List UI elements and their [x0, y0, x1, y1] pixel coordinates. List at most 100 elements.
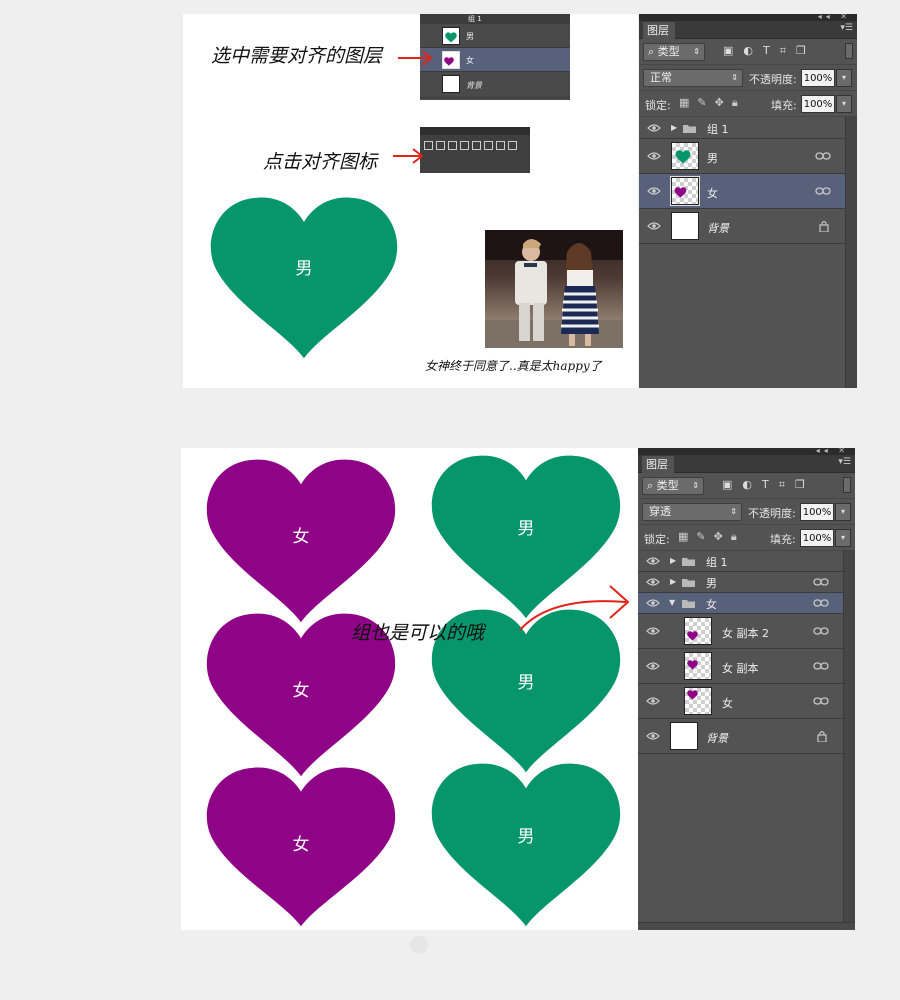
expand-triangle-icon[interactable]: ▶ [670, 577, 676, 586]
layer-name: 女 [706, 598, 717, 611]
tab-layers[interactable]: 图层 [642, 456, 674, 473]
visibility-eye-icon[interactable] [646, 696, 660, 706]
opacity-slider-button[interactable]: ▾ [836, 69, 852, 87]
panel-scrollbar[interactable] [845, 116, 857, 388]
heart-nan-bottom: 男 [428, 760, 624, 930]
blend-mode-dropdown[interactable]: 正常 ⇕ [643, 69, 743, 87]
layer-row-nv-selected[interactable]: 女 [639, 174, 845, 209]
panel-menu-icon[interactable]: ▾☰ [838, 457, 851, 467]
link-chain-icon[interactable] [813, 696, 829, 706]
layer-row-group-nan[interactable]: ▶ 男 [638, 572, 843, 593]
filter-smartobject-icon[interactable]: ❐ [795, 478, 805, 492]
visibility-eye-icon[interactable] [647, 151, 661, 161]
heart-purple-icon [687, 660, 698, 670]
lock-all-icon[interactable]: 🔒︎ [731, 530, 737, 544]
annotation-select-layers: 选中需要对齐的图层 [211, 45, 383, 67]
opacity-input[interactable]: 100% [800, 503, 834, 521]
layer-row-nv[interactable]: 女 [638, 684, 843, 719]
fill-label: 填充: [771, 99, 797, 112]
link-chain-icon[interactable] [815, 186, 831, 196]
lock-move-icon[interactable]: ✥ [715, 96, 724, 110]
layer-row-group1[interactable]: ▶ 组 1 [639, 117, 845, 139]
layers-panel-2: ◂◂ ✕ 图层 ▾☰ ⌕ 类型 ⇕ ▣ ◐ T ⌗ ❐ 穿透 ⇕ 不透明度: 100… [638, 446, 855, 930]
layer-name: 组 1 [706, 556, 728, 569]
heart-label: 男 [517, 827, 535, 847]
lock-paint-icon[interactable]: ✎ [697, 96, 706, 110]
heart-purple-icon [674, 187, 687, 198]
visibility-eye-icon[interactable] [647, 221, 661, 231]
filter-type-icon[interactable]: T [762, 478, 769, 492]
visibility-eye-icon[interactable] [646, 598, 660, 608]
lock-all-icon[interactable]: 🔒︎ [732, 96, 738, 110]
collapse-close-icon[interactable]: ◂◂ ✕ [816, 446, 849, 455]
link-chain-icon[interactable] [815, 151, 831, 161]
visibility-eye-icon[interactable] [647, 123, 661, 133]
layer-name: 男 [706, 577, 717, 590]
visibility-eye-icon[interactable] [646, 626, 660, 636]
visibility-eye-icon[interactable] [646, 556, 660, 566]
expand-triangle-icon[interactable]: ▶ [670, 556, 676, 565]
filter-pixel-icon[interactable]: ▣ [722, 478, 732, 492]
fill-label: 填充: [770, 533, 796, 546]
visibility-eye-icon[interactable] [646, 577, 660, 587]
visibility-eye-icon[interactable] [646, 661, 660, 671]
layer-row-background[interactable]: 背景 [639, 209, 845, 244]
layer-row-nv-copy2[interactable]: 女 副本 2 [638, 614, 843, 649]
layer-thumbnail [670, 176, 700, 206]
panel-menu-icon[interactable]: ▾☰ [840, 23, 853, 33]
layer-row-nan[interactable]: 男 [639, 139, 845, 174]
dropdown-arrows-icon: ⇕ [692, 481, 699, 490]
opacity-input[interactable]: 100% [801, 69, 835, 87]
dropdown-arrows-icon: ⇕ [730, 507, 737, 516]
watermark-dot [410, 936, 428, 954]
photo-caption: 女神终于同意了..真是太happy了 [425, 359, 602, 373]
lock-transparent-icon[interactable]: ▦ [678, 530, 688, 544]
fill-input[interactable]: 100% [801, 95, 835, 113]
filter-toggle-switch[interactable] [843, 477, 851, 493]
link-chain-icon[interactable] [813, 577, 829, 587]
lock-transparent-icon[interactable]: ▦ [679, 96, 689, 110]
filter-label: 类型 [656, 479, 679, 492]
opacity-slider-button[interactable]: ▾ [835, 503, 851, 521]
layer-name: 女 [722, 697, 733, 710]
link-chain-icon[interactable] [813, 661, 829, 671]
panel-scrollbar[interactable] [843, 550, 855, 922]
filter-adjustment-icon[interactable]: ◐ [743, 44, 753, 58]
layer-row-group-nv-selected[interactable]: ▼ 女 [638, 593, 843, 614]
filter-type-icon[interactable]: T [763, 44, 770, 58]
mini-heart-purple-icon [444, 57, 454, 66]
panel-footer-toolbar [638, 922, 855, 930]
opacity-label: 不透明度: [748, 507, 796, 520]
layer-row-nv-copy[interactable]: 女 副本 [638, 649, 843, 684]
filter-dropdown[interactable]: ⌕ 类型 ⇕ [642, 477, 704, 495]
filter-toggle-switch[interactable] [845, 43, 853, 59]
lock-move-icon[interactable]: ✥ [714, 530, 723, 544]
layer-thumbnail [684, 617, 712, 645]
layer-row-group1[interactable]: ▶ 组 1 [638, 551, 843, 572]
visibility-eye-icon[interactable] [646, 731, 660, 741]
filter-adjustment-icon[interactable]: ◐ [742, 478, 752, 492]
link-chain-icon[interactable] [813, 626, 829, 636]
layer-row-background[interactable]: 背景 [638, 719, 843, 754]
filter-smartobject-icon[interactable]: ❐ [796, 44, 806, 58]
link-chain-icon[interactable] [813, 598, 829, 608]
lock-paint-icon[interactable]: ✎ [696, 530, 705, 544]
heart-nan: 男 [207, 194, 401, 362]
filter-label: 类型 [657, 45, 680, 58]
fill-slider-button[interactable]: ▾ [836, 95, 852, 113]
expand-triangle-icon[interactable]: ▶ [671, 123, 677, 132]
visibility-eye-icon[interactable] [647, 186, 661, 196]
filter-dropdown[interactable]: ⌕ 类型 ⇕ [643, 43, 705, 61]
collapse-triangle-icon[interactable]: ▼ [669, 598, 675, 607]
collapse-close-icon[interactable]: ◂◂ ✕ [818, 12, 851, 21]
fill-slider-button[interactable]: ▾ [835, 529, 851, 547]
filter-shape-icon[interactable]: ⌗ [779, 478, 785, 492]
tab-layers[interactable]: 图层 [643, 22, 675, 39]
document-canvas-1: 组 1 男 女 背景 选中需要对齐的图层 点击对齐图标 男 女神终于同意了..真… [183, 14, 638, 388]
filter-pixel-icon[interactable]: ▣ [723, 44, 733, 58]
filter-shape-icon[interactable]: ⌗ [780, 44, 786, 58]
heart-purple-icon [687, 690, 698, 700]
fill-input[interactable]: 100% [800, 529, 834, 547]
blend-mode-dropdown[interactable]: 穿透 ⇕ [642, 503, 742, 521]
mini-layers-screenshot: 组 1 男 女 背景 [420, 14, 570, 100]
